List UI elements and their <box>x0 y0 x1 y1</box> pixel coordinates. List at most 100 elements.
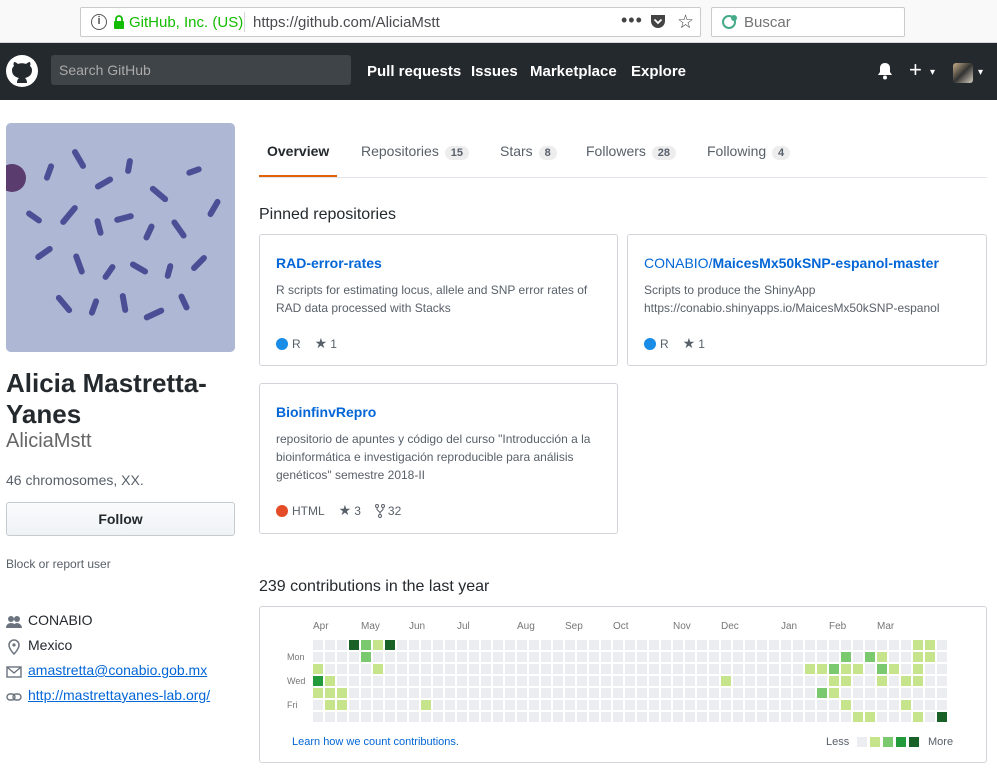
contribution-day-cell[interactable] <box>517 652 527 662</box>
contribution-day-cell[interactable] <box>805 640 815 650</box>
website-link[interactable]: http://mastrettayanes-lab.org/ <box>28 687 210 703</box>
contribution-day-cell[interactable] <box>685 664 695 674</box>
star-icon[interactable]: ★ <box>315 335 328 352</box>
contribution-day-cell[interactable] <box>397 664 407 674</box>
contribution-day-cell[interactable] <box>925 700 935 710</box>
contribution-day-cell[interactable] <box>865 712 875 722</box>
contribution-day-cell[interactable] <box>385 652 395 662</box>
contribution-day-cell[interactable] <box>769 712 779 722</box>
contribution-day-cell[interactable] <box>721 712 731 722</box>
contribution-day-cell[interactable] <box>805 688 815 698</box>
nav-issues[interactable]: Issues <box>471 63 518 80</box>
contribution-day-cell[interactable] <box>553 712 563 722</box>
contribution-day-cell[interactable] <box>337 640 347 650</box>
tab-overview[interactable]: Overview <box>267 143 329 159</box>
contribution-day-cell[interactable] <box>493 676 503 686</box>
contribution-day-cell[interactable] <box>529 652 539 662</box>
contribution-day-cell[interactable] <box>433 652 443 662</box>
contribution-day-cell[interactable] <box>529 676 539 686</box>
contribution-day-cell[interactable] <box>445 712 455 722</box>
contribution-day-cell[interactable] <box>685 640 695 650</box>
contribution-day-cell[interactable] <box>613 688 623 698</box>
contribution-day-cell[interactable] <box>505 652 515 662</box>
contribution-day-cell[interactable] <box>445 664 455 674</box>
contribution-day-cell[interactable] <box>817 688 827 698</box>
contribution-day-cell[interactable] <box>745 664 755 674</box>
contribution-day-cell[interactable] <box>649 676 659 686</box>
contribution-day-cell[interactable] <box>589 700 599 710</box>
contribution-day-cell[interactable] <box>877 676 887 686</box>
contribution-day-cell[interactable] <box>781 688 791 698</box>
contribution-day-cell[interactable] <box>565 700 575 710</box>
contribution-day-cell[interactable] <box>661 652 671 662</box>
contribution-day-cell[interactable] <box>349 640 359 650</box>
contribution-day-cell[interactable] <box>361 712 371 722</box>
contribution-day-cell[interactable] <box>709 652 719 662</box>
contribution-day-cell[interactable] <box>493 640 503 650</box>
contribution-day-cell[interactable] <box>505 712 515 722</box>
contribution-day-cell[interactable] <box>685 676 695 686</box>
contribution-day-cell[interactable] <box>889 700 899 710</box>
contribution-day-cell[interactable] <box>313 640 323 650</box>
pocket-icon[interactable] <box>650 14 666 29</box>
contribution-day-cell[interactable] <box>781 652 791 662</box>
contribution-day-cell[interactable] <box>853 712 863 722</box>
contribution-day-cell[interactable] <box>649 700 659 710</box>
contribution-day-cell[interactable] <box>553 640 563 650</box>
block-report-link[interactable]: Block or report user <box>6 557 111 571</box>
contribution-day-cell[interactable] <box>781 700 791 710</box>
contribution-day-cell[interactable] <box>733 640 743 650</box>
contribution-day-cell[interactable] <box>577 652 587 662</box>
contribution-day-cell[interactable] <box>481 640 491 650</box>
contribution-day-cell[interactable] <box>337 676 347 686</box>
contribution-day-cell[interactable] <box>769 688 779 698</box>
contribution-day-cell[interactable] <box>601 700 611 710</box>
url-text[interactable]: https://github.com/AliciaMstt <box>253 14 440 31</box>
contribution-day-cell[interactable] <box>409 640 419 650</box>
contribution-day-cell[interactable] <box>529 712 539 722</box>
contribution-day-cell[interactable] <box>613 640 623 650</box>
contribution-day-cell[interactable] <box>457 688 467 698</box>
contribution-day-cell[interactable] <box>925 676 935 686</box>
contribution-day-cell[interactable] <box>565 640 575 650</box>
contribution-day-cell[interactable] <box>361 640 371 650</box>
repo-forks[interactable]: 32 <box>388 504 401 518</box>
contribution-day-cell[interactable] <box>349 652 359 662</box>
contribution-day-cell[interactable] <box>781 664 791 674</box>
contribution-day-cell[interactable] <box>841 688 851 698</box>
contribution-day-cell[interactable] <box>517 640 527 650</box>
contribution-day-cell[interactable] <box>337 712 347 722</box>
contribution-day-cell[interactable] <box>793 652 803 662</box>
contribution-day-cell[interactable] <box>805 664 815 674</box>
contribution-day-cell[interactable] <box>709 664 719 674</box>
contribution-day-cell[interactable] <box>709 676 719 686</box>
contribution-day-cell[interactable] <box>673 676 683 686</box>
contribution-day-cell[interactable] <box>313 712 323 722</box>
contribution-day-cell[interactable] <box>601 688 611 698</box>
contribution-day-cell[interactable] <box>541 676 551 686</box>
contribution-day-cell[interactable] <box>601 652 611 662</box>
contribution-day-cell[interactable] <box>373 700 383 710</box>
learn-contributions-link[interactable]: Learn how we count contributions. <box>292 736 459 748</box>
site-identity[interactable]: GitHub, Inc. (US) <box>129 14 243 31</box>
contribution-day-cell[interactable] <box>481 712 491 722</box>
contribution-day-cell[interactable] <box>565 712 575 722</box>
contribution-day-cell[interactable] <box>829 712 839 722</box>
contribution-day-cell[interactable] <box>685 700 695 710</box>
github-search-input[interactable]: Search GitHub <box>51 55 351 85</box>
contribution-day-cell[interactable] <box>541 652 551 662</box>
contribution-day-cell[interactable] <box>901 712 911 722</box>
contribution-day-cell[interactable] <box>853 640 863 650</box>
contribution-day-cell[interactable] <box>625 700 635 710</box>
address-bar[interactable]: i GitHub, Inc. (US) https://github.com/A… <box>80 7 701 37</box>
contribution-day-cell[interactable] <box>421 652 431 662</box>
contribution-day-cell[interactable] <box>865 652 875 662</box>
contribution-day-cell[interactable] <box>601 712 611 722</box>
contribution-day-cell[interactable] <box>709 700 719 710</box>
contribution-day-cell[interactable] <box>529 664 539 674</box>
contribution-day-cell[interactable] <box>901 700 911 710</box>
contribution-day-cell[interactable] <box>913 712 923 722</box>
fork-icon[interactable] <box>374 503 385 518</box>
contribution-day-cell[interactable] <box>709 712 719 722</box>
contribution-day-cell[interactable] <box>745 640 755 650</box>
